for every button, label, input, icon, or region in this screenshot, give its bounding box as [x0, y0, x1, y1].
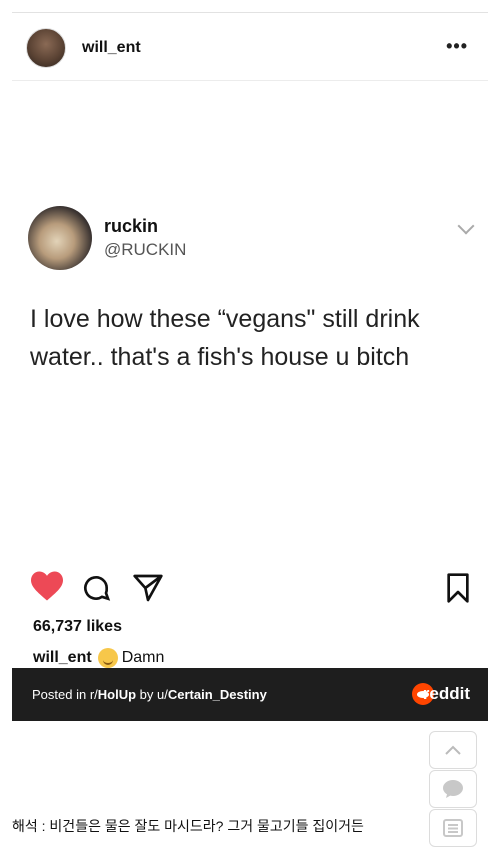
likes-count[interactable]: 66,737 likes [33, 618, 122, 636]
reddit-source-bar: Posted in r/HolUp by u/Certain_Destiny r… [12, 668, 488, 721]
post-header: will_ent ••• [12, 18, 488, 78]
laughing-emoji-icon [97, 648, 118, 668]
translation-caption: 해석 : 비건들은 물은 잘도 마시드라? 그거 물고기들 집이거든 [12, 818, 364, 834]
list-icon [443, 819, 463, 837]
chat-bubble-icon [443, 780, 463, 798]
post-username[interactable]: will_ent [82, 39, 141, 57]
posted-prefix: Posted in r/ [32, 687, 98, 702]
action-bar [12, 570, 488, 610]
list-button[interactable] [429, 809, 477, 847]
heart-icon[interactable] [29, 570, 65, 607]
chevron-up-icon [445, 745, 461, 755]
tweet-name: ruckin [104, 216, 159, 236]
caption: will_ent Damn [33, 648, 164, 668]
chevron-down-icon [457, 217, 475, 235]
bookmark-icon[interactable] [444, 572, 472, 609]
more-icon[interactable]: ••• [446, 36, 468, 57]
tweet-avatar [28, 206, 92, 270]
user-avatar[interactable] [26, 28, 66, 68]
caption-username[interactable]: will_ent [33, 649, 92, 667]
comment-icon[interactable] [80, 572, 112, 609]
by-prefix: by u/ [136, 687, 168, 702]
posted-in-text: Posted in r/HolUp by u/Certain_Destiny [32, 687, 267, 702]
author-name[interactable]: Certain_Destiny [168, 687, 267, 702]
subreddit-name[interactable]: HolUp [98, 687, 136, 702]
header-divider [12, 80, 488, 81]
send-icon[interactable] [132, 572, 164, 609]
tweet-handle: @RUCKIN [104, 240, 187, 259]
top-divider [12, 12, 488, 13]
reddit-brand: reddit [422, 684, 470, 703]
tweet-text: I love how these “vegans" still drink wa… [30, 305, 420, 371]
chat-button[interactable] [429, 770, 477, 808]
caption-text: Damn [121, 649, 165, 666]
scroll-top-button[interactable] [429, 731, 477, 769]
